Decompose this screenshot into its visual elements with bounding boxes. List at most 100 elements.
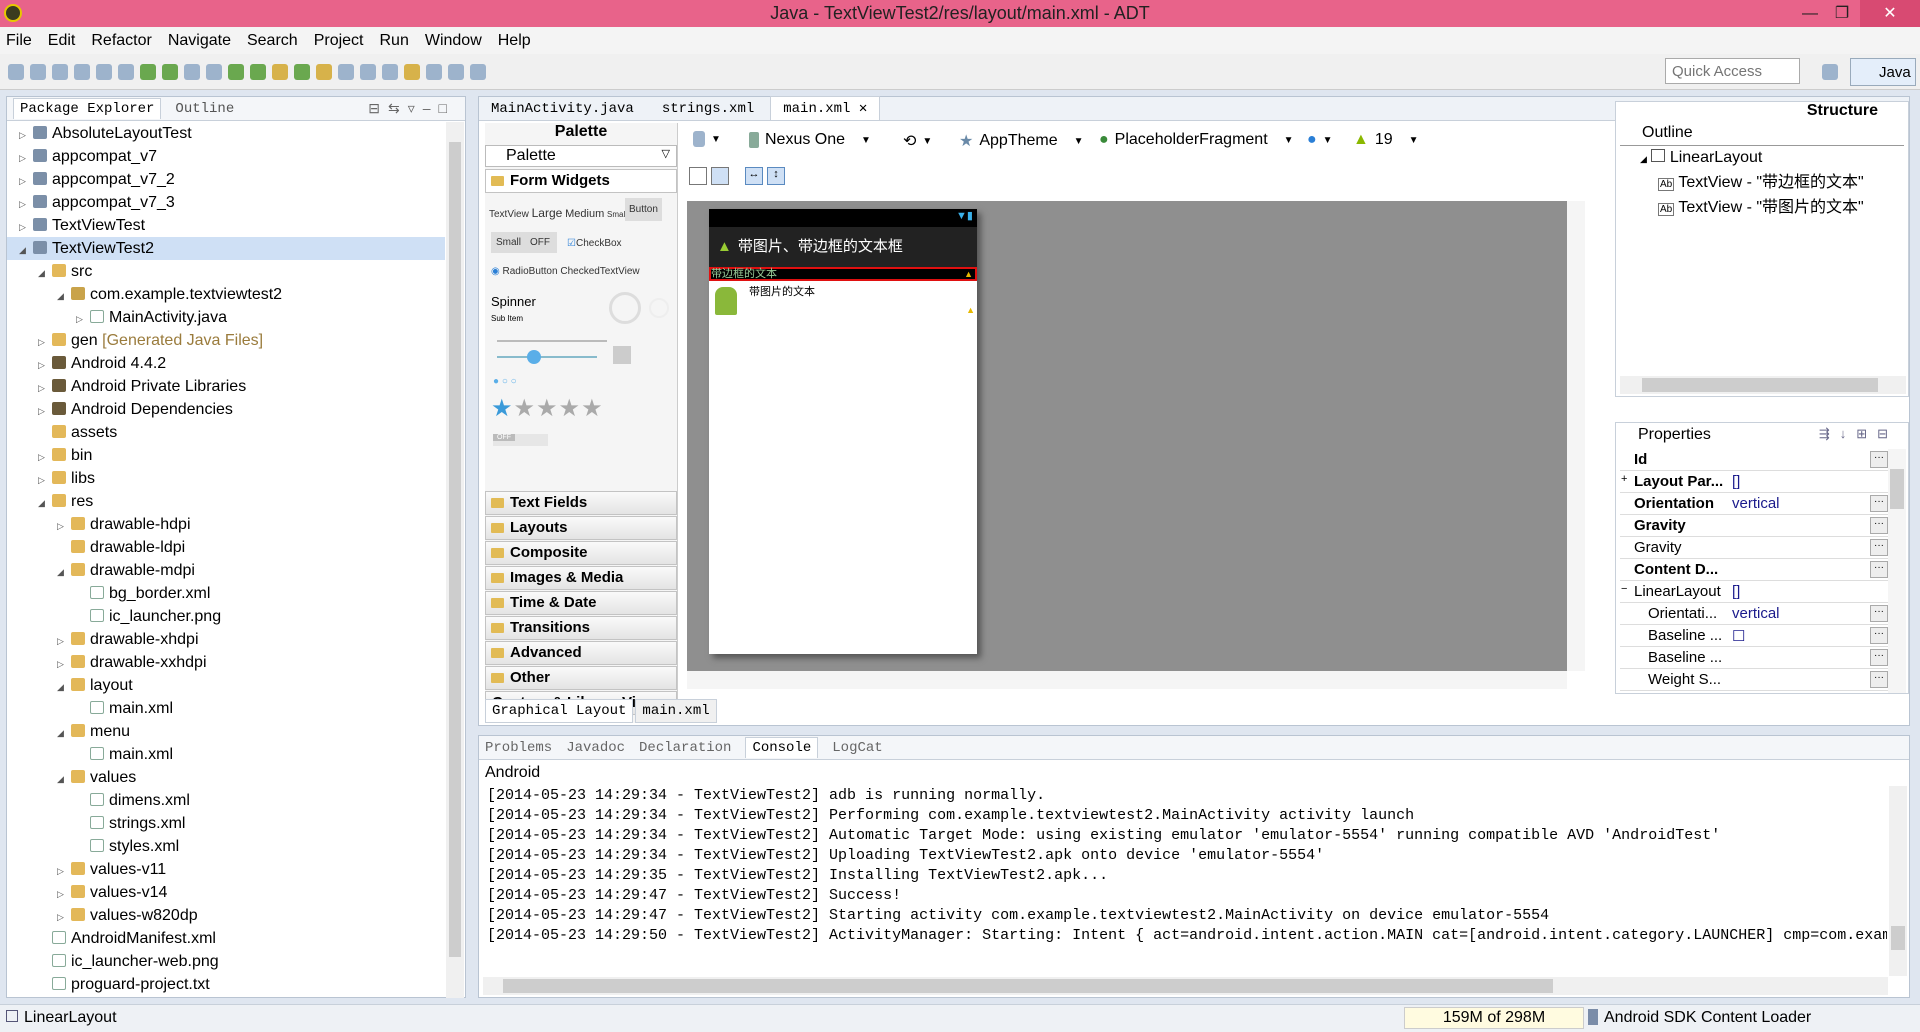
api-level-dropdown[interactable]: ▲ 19 ▼ (1353, 131, 1419, 149)
tree-item[interactable]: ▷ AbsoluteLayoutTest (7, 122, 445, 145)
properties-vertical-scrollbar[interactable] (1888, 449, 1906, 693)
property-row[interactable]: Gravity ··· (1620, 537, 1890, 559)
widget-progress-small[interactable] (649, 298, 669, 318)
expand-toggle-icon[interactable]: ▷ (38, 469, 50, 492)
expand-toggle-icon[interactable]: ◢ (57, 561, 69, 584)
menu-help[interactable]: Help (498, 32, 531, 50)
expand-toggle-icon[interactable]: ▷ (76, 308, 88, 331)
locale-dropdown[interactable]: ● ▼ (1307, 131, 1333, 149)
tree-item[interactable]: ▷ MainActivity.java (7, 306, 445, 329)
tree-item[interactable]: ▷ values-v11 (7, 858, 445, 881)
tree-item[interactable]: ◢ layout (7, 674, 445, 697)
tree-item[interactable]: ▷ appcompat_v7_2 (7, 168, 445, 191)
back-icon[interactable] (426, 63, 442, 80)
tree-item[interactable]: ▷ libs (7, 467, 445, 490)
next-annotation-icon[interactable] (360, 63, 376, 80)
category-other[interactable]: Other (485, 666, 677, 690)
canvas-horizontal-scrollbar[interactable] (687, 671, 1567, 689)
widget-progress-horizontal[interactable] (497, 340, 607, 342)
expand-toggle-icon[interactable]: ◢ (57, 676, 69, 699)
tree-item[interactable]: styles.xml (7, 835, 445, 858)
tab-mainactivity-java[interactable]: MainActivity.java (479, 98, 646, 120)
heap-status[interactable]: 159M of 298M (1404, 1007, 1584, 1029)
category-images-media[interactable]: Images & Media (485, 566, 677, 590)
run-icon[interactable] (228, 63, 244, 80)
menu-window[interactable]: Window (425, 32, 482, 50)
layout-horizontal-icon[interactable] (689, 167, 707, 185)
upload-icon[interactable] (96, 63, 112, 80)
tree-item[interactable]: AndroidManifest.xml (7, 927, 445, 950)
widget-button[interactable]: Button (625, 198, 662, 221)
property-row[interactable]: Content D... ··· (1620, 559, 1890, 581)
property-edit-button[interactable]: ··· (1870, 671, 1888, 688)
textview-image[interactable]: 带图片的文本 ▲ (709, 281, 977, 321)
fill-height-icon[interactable]: ↕ (767, 167, 785, 185)
widget-checkbox[interactable]: ☑CheckBox (567, 238, 622, 249)
lint-icon[interactable] (184, 63, 200, 80)
palette-selector[interactable]: Palette ▽ (485, 145, 677, 167)
tab-strings-xml[interactable]: strings.xml (650, 98, 766, 120)
property-row[interactable]: Orientati... vertical ··· (1620, 603, 1890, 625)
property-row[interactable]: Baseline ... ☐ ··· (1620, 625, 1890, 647)
category-transitions[interactable]: Transitions (485, 616, 677, 640)
outline-child[interactable]: Ab TextView - "带边框的文本" (1640, 171, 1864, 196)
external-tools-icon[interactable] (250, 63, 266, 80)
fill-width-icon[interactable]: ↔ (745, 167, 763, 185)
property-value[interactable]: [] (1732, 473, 1740, 490)
widget-quickcontactbadge[interactable] (613, 346, 631, 364)
menu-refactor[interactable]: Refactor (91, 32, 151, 50)
tab-xml-source[interactable]: main.xml (635, 699, 717, 723)
menu-navigate[interactable]: Navigate (168, 32, 231, 50)
java-perspective-button[interactable]: Java (1850, 58, 1916, 86)
print-icon[interactable] (74, 63, 90, 80)
expand-toggle-icon[interactable]: ▷ (38, 331, 50, 354)
gc-icon[interactable] (1588, 1009, 1598, 1025)
expand-toggle-icon[interactable]: ◢ (38, 262, 50, 285)
tab-console[interactable]: Console (745, 737, 819, 758)
expand-toggle-icon[interactable]: + (1621, 473, 1627, 485)
tree-item[interactable]: ◢ TextViewTest2 (7, 237, 445, 260)
last-edit-icon[interactable] (404, 63, 420, 80)
category-layouts[interactable]: Layouts (485, 516, 677, 540)
expand-toggle-icon[interactable]: ◢ (57, 722, 69, 745)
layout-canvas[interactable]: ▼▮ ▲ 带图片、带边框的文本框 带边框的文本 ▲ 带图片的文本 ▲ (687, 201, 1567, 671)
tree-item[interactable]: ▷ appcompat_v7_3 (7, 191, 445, 214)
category-form-widgets[interactable]: Form Widgets (485, 169, 677, 193)
property-edit-button[interactable]: ··· (1870, 451, 1888, 468)
tree-item[interactable]: ▷ appcompat_v7 (7, 145, 445, 168)
expand-toggle-icon[interactable]: ▷ (19, 193, 31, 216)
widget-large-text[interactable]: Large (532, 206, 563, 220)
property-edit-button[interactable]: ··· (1870, 539, 1888, 556)
tree-item[interactable]: ▷ Android Private Libraries (7, 375, 445, 398)
tree-item[interactable]: ◢ com.example.textviewtest2 (7, 283, 445, 306)
expand-toggle-icon[interactable]: ◢ (19, 239, 31, 262)
property-edit-button[interactable]: ··· (1870, 495, 1888, 512)
tree-item[interactable]: bg_border.xml (7, 582, 445, 605)
property-row[interactable]: Id ··· (1620, 449, 1890, 471)
layout-vertical-icon[interactable] (711, 167, 729, 185)
tab-outline[interactable]: Outline (175, 101, 234, 117)
widget-medium-text[interactable]: Medium (565, 208, 604, 220)
expand-toggle-icon[interactable]: ▷ (57, 906, 69, 929)
outline-horizontal-scrollbar[interactable] (1620, 376, 1906, 394)
config-chooser[interactable]: ▼ (693, 131, 721, 147)
tree-item[interactable]: ◢ src (7, 260, 445, 283)
search-icon[interactable] (338, 63, 354, 80)
pin-icon[interactable] (470, 63, 486, 80)
tab-package-explorer[interactable]: Package Explorer (13, 98, 162, 119)
expand-toggle-icon[interactable]: ▷ (19, 124, 31, 147)
restore-button[interactable]: ❐ (1822, 0, 1862, 27)
expand-toggle-icon[interactable]: ◢ (57, 285, 69, 308)
property-row[interactable]: Baseline ... ··· (1620, 647, 1890, 669)
menu-file[interactable]: File (6, 32, 32, 50)
property-value[interactable]: vertical (1732, 495, 1780, 512)
new-java-package-icon[interactable] (272, 63, 288, 80)
tree-item[interactable]: drawable-ldpi (7, 536, 445, 559)
outline-root[interactable]: ◢ LinearLayout (1640, 146, 1864, 171)
tab-problems[interactable]: Problems (485, 740, 552, 756)
open-perspective-icon[interactable] (1822, 64, 1838, 80)
expand-toggle-icon[interactable]: ▷ (38, 400, 50, 423)
category-advanced[interactable]: Advanced (485, 641, 677, 665)
menu-search[interactable]: Search (247, 32, 298, 50)
tree-item[interactable]: ▷ Android 4.4.2 (7, 352, 445, 375)
